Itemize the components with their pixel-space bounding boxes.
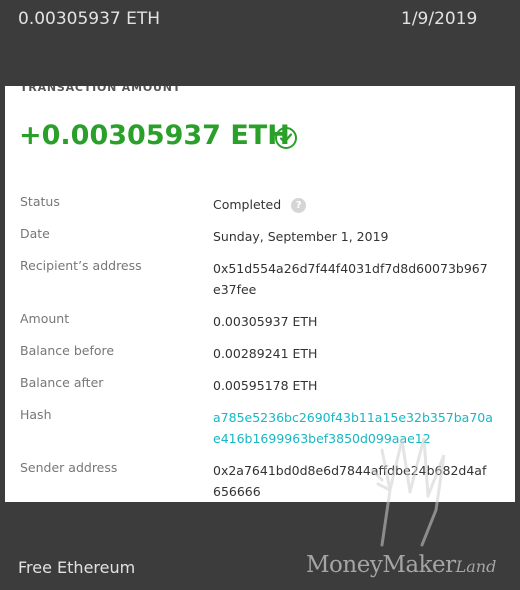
transaction-amount: +0.00305937 ETH bbox=[19, 120, 290, 151]
footer-caption: Free Ethereum bbox=[18, 558, 136, 577]
date-value: Sunday, September 1, 2019 bbox=[213, 229, 389, 244]
brand-main: MoneyMaker bbox=[306, 552, 456, 578]
recipient-label: Recipient’s address bbox=[20, 258, 142, 273]
check-circle-icon bbox=[275, 127, 297, 149]
balance-after-value: 0.00595178 ETH bbox=[213, 378, 318, 393]
date-label: Date bbox=[20, 226, 50, 241]
question-icon[interactable]: ? bbox=[291, 198, 307, 213]
brand-script: Land bbox=[455, 557, 497, 576]
recipient-value: 0x51d554a26d7f44f4031df7d8d60073b967e37f… bbox=[213, 261, 488, 297]
balance-before-value: 0.00289241 ETH bbox=[213, 346, 318, 361]
balance-before-label: Balance before bbox=[20, 343, 115, 358]
brand-logo: MoneyMakerLand bbox=[306, 552, 496, 578]
amount-label: Amount bbox=[20, 311, 70, 326]
status-text: Completed bbox=[213, 197, 282, 212]
section-label: TRANSACTION AMOUNT bbox=[20, 86, 182, 94]
hand-watermark-logo bbox=[370, 437, 446, 547]
hash-label: Hash bbox=[20, 407, 52, 422]
amount-value: 0.00305937 ETH bbox=[213, 314, 318, 329]
status-label: Status bbox=[20, 194, 60, 209]
top-date: 1/9/2019 bbox=[401, 9, 478, 29]
sender-label: Sender address bbox=[20, 460, 118, 475]
top-bar: 0.00305937 ETH 1/9/2019 bbox=[0, 0, 520, 40]
top-amount: 0.00305937 ETH bbox=[18, 9, 161, 29]
balance-after-label: Balance after bbox=[20, 375, 104, 390]
status-value: Completed? bbox=[213, 194, 493, 215]
